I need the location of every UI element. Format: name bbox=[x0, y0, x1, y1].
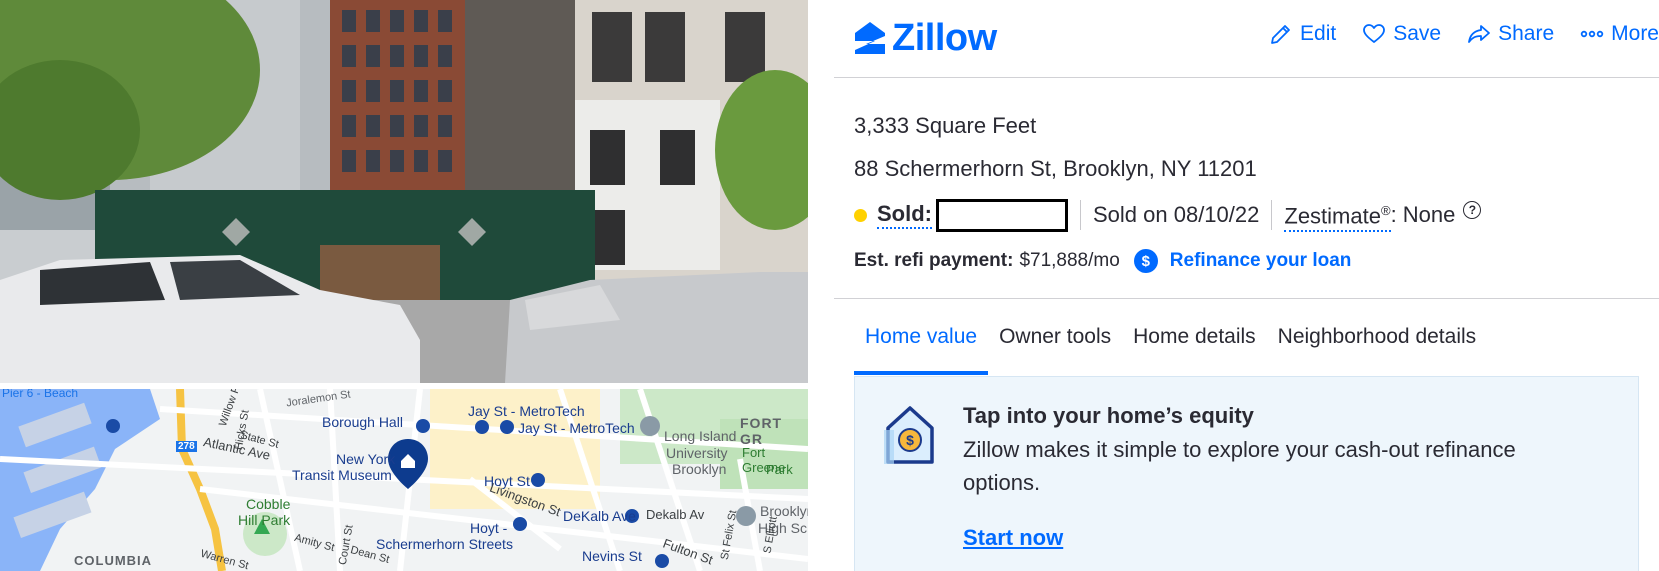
refi-payment-value: $71,888/mo bbox=[1019, 250, 1120, 271]
map-label: New York bbox=[336, 451, 396, 467]
pencil-icon bbox=[1271, 25, 1290, 44]
header-actions: Edit Save Share More bbox=[1269, 22, 1659, 46]
street-view-photo[interactable] bbox=[0, 0, 808, 383]
property-address: 88 Schermerhorn St, Brooklyn, NY 11201 bbox=[854, 156, 1257, 181]
street-view-illustration bbox=[0, 0, 808, 383]
promo-body: Zillow makes it simple to explore your c… bbox=[963, 437, 1516, 495]
status-row: Sold: Sold on 08/10/22 Zestimate® : None… bbox=[854, 197, 1644, 233]
edit-button[interactable]: Edit bbox=[1269, 22, 1336, 46]
dollar-coin-icon: $ bbox=[1133, 249, 1158, 273]
more-label: More bbox=[1611, 22, 1659, 45]
map-label: COLUMBIA bbox=[74, 553, 153, 568]
house-dollar-icon: $ bbox=[884, 406, 934, 464]
property-size: 3,333 Square Feet bbox=[854, 113, 1037, 138]
location-map[interactable]: Joralemon St Borough Hall Jay St - Metro… bbox=[0, 389, 808, 571]
details-panel: Zillow Edit Save Share More 3,333 Square… bbox=[834, 0, 1659, 571]
tab-home-details[interactable]: Home details bbox=[1122, 305, 1267, 375]
tab-owner-tools[interactable]: Owner tools bbox=[988, 305, 1122, 375]
sold-status-dot-icon bbox=[854, 208, 867, 222]
share-button[interactable]: Share bbox=[1467, 22, 1554, 46]
map-label: Jay St - MetroTech bbox=[468, 403, 585, 419]
map-label: Transit Museum bbox=[292, 467, 392, 483]
map-label: Cobble bbox=[246, 496, 291, 512]
section-divider bbox=[834, 298, 1659, 299]
save-button[interactable]: Save bbox=[1362, 22, 1441, 46]
map-label: Dekalb Av bbox=[646, 507, 705, 522]
media-column: Joralemon St Borough Hall Jay St - Metro… bbox=[0, 0, 808, 571]
map-label: Brooklyn bbox=[672, 461, 727, 477]
zestimate-label[interactable]: Zestimate® bbox=[1284, 198, 1391, 232]
svg-text:$: $ bbox=[906, 432, 914, 448]
map-label: Long Island bbox=[664, 428, 737, 444]
logo-text: Zillow bbox=[892, 17, 997, 59]
divider bbox=[1080, 200, 1081, 230]
map-label: FORT GR bbox=[740, 415, 783, 447]
header-bar: Zillow Edit Save Share More bbox=[834, 0, 1659, 78]
map-label: DeKalb Ave bbox=[563, 508, 636, 524]
detail-tabs: Home value Owner tools Home details Neig… bbox=[854, 305, 1487, 375]
redacted-price-box bbox=[936, 198, 1068, 232]
map-label: University bbox=[666, 445, 728, 461]
registered-mark: ® bbox=[1380, 203, 1391, 219]
more-button[interactable]: More bbox=[1580, 22, 1659, 46]
map-label: Borough Hall bbox=[322, 414, 403, 430]
promo-title: Tap into your home’s equity bbox=[963, 403, 1254, 428]
sold-date: Sold on 08/10/22 bbox=[1093, 202, 1260, 227]
share-label: Share bbox=[1498, 22, 1555, 45]
start-now-link[interactable]: Start now bbox=[963, 525, 1063, 551]
tab-neighborhood-details[interactable]: Neighborhood details bbox=[1267, 305, 1487, 375]
equity-promo-card: $ Tap into your home’s equity Zillow mak… bbox=[854, 376, 1639, 571]
zillow-house-icon bbox=[855, 22, 885, 54]
map-label: Pier 6 - Beach bbox=[2, 389, 79, 400]
map-label: Jay St - MetroTech bbox=[518, 420, 635, 436]
zillow-logo[interactable]: Zillow bbox=[854, 18, 997, 58]
map-label: Hoyt - bbox=[470, 520, 508, 536]
help-icon[interactable]: ? bbox=[1463, 201, 1482, 219]
sold-label[interactable]: Sold: bbox=[877, 201, 932, 229]
zestimate-value: : None bbox=[1390, 202, 1456, 227]
map-label: Nevins St bbox=[582, 548, 642, 564]
map-label: Schermerhorn Streets bbox=[376, 536, 513, 552]
divider bbox=[1271, 200, 1273, 230]
map-label: Hill Park bbox=[238, 512, 291, 528]
refi-payment-label: Est. refi payment: bbox=[854, 250, 1014, 271]
map-label: 278 bbox=[176, 441, 197, 452]
heart-icon bbox=[1363, 24, 1386, 43]
property-summary: 3,333 Square Feet 88 Schermerhorn St, Br… bbox=[854, 108, 1644, 277]
share-icon bbox=[1468, 25, 1490, 43]
save-label: Save bbox=[1393, 22, 1442, 45]
map-label: Park bbox=[766, 462, 793, 477]
refi-row: Est. refi payment: $71,888/mo $ Refinanc… bbox=[854, 245, 1644, 277]
zestimate-text: Zestimate bbox=[1284, 203, 1381, 229]
more-dots-icon bbox=[1580, 30, 1604, 38]
edit-label: Edit bbox=[1300, 22, 1337, 45]
tab-home-value[interactable]: Home value bbox=[854, 305, 989, 375]
refinance-loan-link[interactable]: Refinance your loan bbox=[1170, 250, 1352, 272]
listing-page: Joralemon St Borough Hall Jay St - Metro… bbox=[0, 0, 1659, 571]
